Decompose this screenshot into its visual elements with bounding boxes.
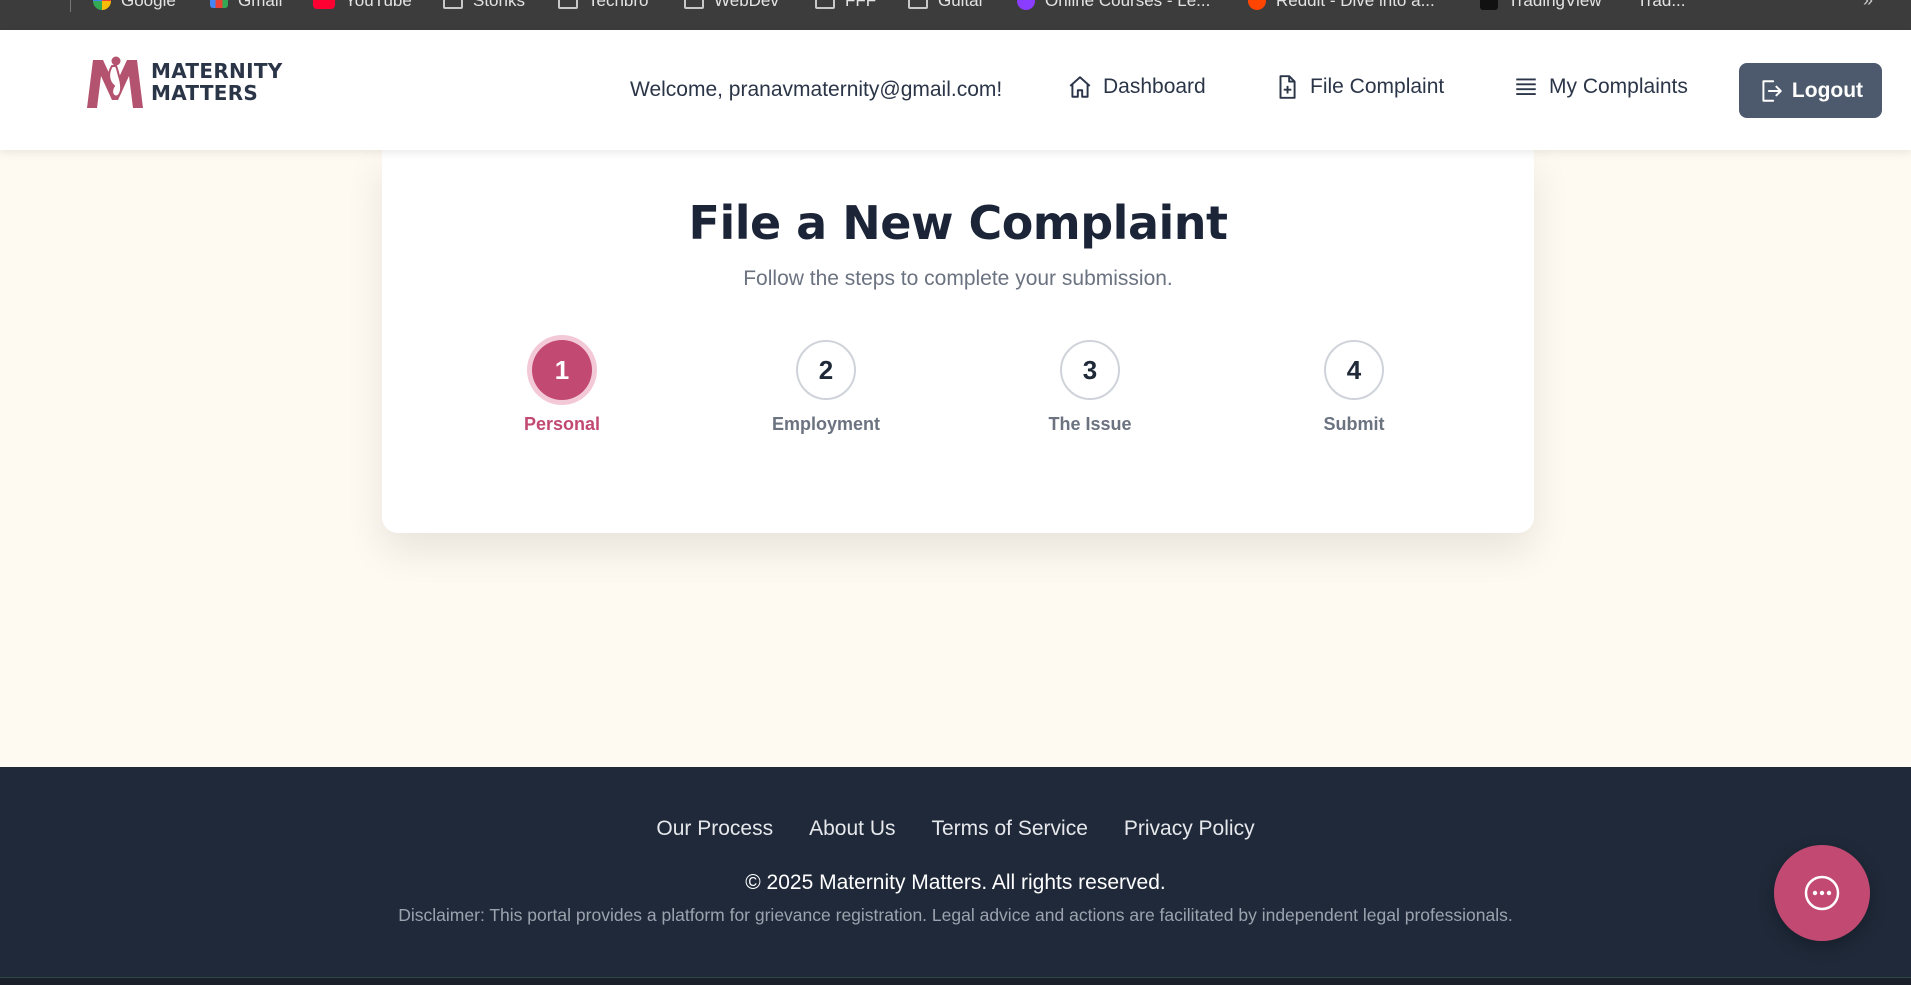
chat-bubble-icon <box>1804 875 1840 911</box>
bookmark-trad[interactable]: Trad... <box>1637 0 1686 11</box>
tradingview-icon <box>1480 0 1498 10</box>
nav-file-complaint[interactable]: File Complaint <box>1274 74 1444 100</box>
bookmark-label: Google <box>121 0 176 10</box>
folder-icon <box>908 0 928 9</box>
bookmark-techbro[interactable]: Techbro <box>558 0 648 11</box>
bookmark-stonks[interactable]: Stonks <box>443 0 525 11</box>
welcome-message: Welcome, pranavmaternity@gmail.com! <box>630 78 1003 101</box>
bookmark-label: Guitar <box>938 0 985 10</box>
bookmark-fff[interactable]: FFF <box>815 0 876 11</box>
footer-link-privacy[interactable]: Privacy Policy <box>1124 817 1255 841</box>
course-icon <box>1017 0 1035 10</box>
logout-label: Logout <box>1791 78 1864 102</box>
bookmark-google[interactable]: Google <box>93 0 176 11</box>
bookmark-label: Gmail <box>238 0 283 10</box>
bookmark-label: TradingView <box>1508 0 1602 10</box>
step-personal[interactable]: 1 Personal <box>482 340 642 435</box>
footer-link-about-us[interactable]: About Us <box>809 817 895 841</box>
nav-file-complaint-label: File Complaint <box>1310 75 1445 98</box>
logout-button[interactable]: Logout <box>1739 63 1882 118</box>
list-icon <box>1516 78 1536 96</box>
reddit-icon <box>1248 0 1266 10</box>
folder-icon <box>443 0 463 9</box>
bookmark-tradingview[interactable]: TradingView <box>1480 0 1602 11</box>
step-number: 3 <box>1060 340 1120 400</box>
footer-link-our-process[interactable]: Our Process <box>656 817 773 841</box>
home-icon <box>1069 76 1091 98</box>
bookmark-label: FFF <box>845 0 877 10</box>
step-label: Personal <box>523 414 601 434</box>
nav-my-complaints[interactable]: My Complaints <box>1513 74 1688 100</box>
copyright-text: © 2025 Maternity Matters. All rights res… <box>745 871 1166 894</box>
bookmark-separator <box>70 0 71 12</box>
step-employment[interactable]: 2 Employment <box>746 340 906 435</box>
bookmark-gmail[interactable]: Gmail <box>210 0 282 11</box>
nav-dashboard-label: Dashboard <box>1103 75 1206 98</box>
disclaimer-text: Disclaimer: This portal provides a platf… <box>398 905 1513 925</box>
page-title: File a New Complaint <box>688 196 1228 250</box>
bookmark-label: Reddit - Dive into a... <box>1276 0 1435 10</box>
site-footer: Our Process About Us Terms of Service Pr… <box>0 767 1911 985</box>
chat-button[interactable] <box>1774 845 1870 941</box>
maternity-logo-icon <box>87 56 143 108</box>
gmail-icon <box>210 0 228 8</box>
complaint-form-card: File a New Complaint Follow the steps to… <box>382 150 1534 533</box>
step-submit[interactable]: 4 Submit <box>1274 340 1434 435</box>
step-the-issue[interactable]: 3 The Issue <box>1010 340 1170 435</box>
apps-grid-icon[interactable] <box>24 0 46 10</box>
step-number: 1 <box>532 340 592 400</box>
folder-icon <box>815 0 835 9</box>
footer-link-terms[interactable]: Terms of Service <box>932 817 1088 841</box>
folder-icon <box>684 0 704 9</box>
bookmark-label: Stonks <box>473 0 525 10</box>
bookmark-webdev[interactable]: WebDev <box>684 0 779 11</box>
browser-bookmarks-bar: Google Gmail YouTube Stonks Techbro WebD… <box>0 0 1911 30</box>
bookmark-label: YouTube <box>345 0 412 10</box>
site-logo[interactable]: MATERNITY MATTERS <box>83 52 283 112</box>
step-label: The Issue <box>1048 414 1132 434</box>
bookmark-label: Trad... <box>1637 0 1686 10</box>
logo-text: MATERNITY MATTERS <box>151 60 283 104</box>
bookmark-label: WebDev <box>714 0 779 10</box>
nav-my-complaints-label: My Complaints <box>1549 75 1688 98</box>
bookmark-guitar[interactable]: Guitar <box>908 0 984 11</box>
logout-icon <box>1762 79 1782 102</box>
youtube-icon <box>313 0 335 9</box>
step-number: 2 <box>796 340 856 400</box>
bookmark-reddit[interactable]: Reddit - Dive into a... <box>1248 0 1435 11</box>
bookmark-label: Online Courses - Le... <box>1045 0 1211 10</box>
page-subtitle: Follow the steps to complete your submis… <box>743 267 1173 290</box>
footer-nav: Our Process About Us Terms of Service Pr… <box>0 817 1911 841</box>
bookmark-youtube[interactable]: YouTube <box>313 0 412 11</box>
logo-line-2: MATTERS <box>151 81 259 105</box>
bookmark-label: Techbro <box>588 0 649 10</box>
folder-icon <box>558 0 578 9</box>
bookmark-online-courses[interactable]: Online Courses - Le... <box>1017 0 1210 11</box>
step-label: Employment <box>771 414 881 434</box>
google-icon <box>93 0 111 10</box>
footer-bottom-strip <box>0 977 1911 985</box>
logo-line-1: MATERNITY <box>151 59 283 83</box>
file-plus-icon <box>1279 75 1296 99</box>
site-header: MATERNITY MATTERS Welcome, pranavmaterni… <box>0 30 1911 150</box>
step-label: Submit <box>1323 414 1385 434</box>
step-number: 4 <box>1324 340 1384 400</box>
bookmarks-overflow-icon[interactable]: » <box>1863 0 1873 11</box>
nav-dashboard[interactable]: Dashboard <box>1067 74 1206 100</box>
